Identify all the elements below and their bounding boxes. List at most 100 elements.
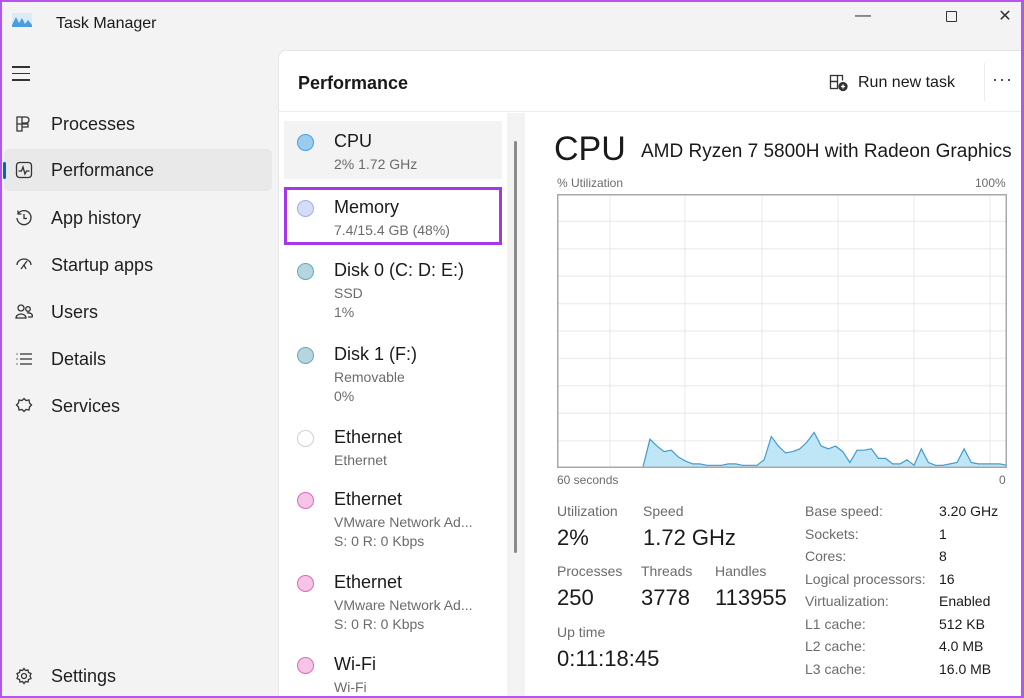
spec-label: Logical processors: xyxy=(805,570,926,587)
resource-stat: S: 0 R: 0 Kbps xyxy=(334,616,425,632)
content-header: Performance Run new task ··· xyxy=(279,51,1024,112)
graph-x-right-label: 0 xyxy=(999,473,1006,487)
speed-label: Speed xyxy=(643,503,684,519)
spec-value: 512 KB xyxy=(939,615,985,632)
spec-value: 16.0 MB xyxy=(939,660,992,677)
main-content: Performance Run new task ··· CPU 2% 1.72 … xyxy=(278,50,1024,698)
resource-list: CPU 2% 1.72 GHz Memory 7.4/15.4 GB (48%) Dis… xyxy=(279,113,507,698)
threads-value: 3778 xyxy=(641,585,690,610)
utilization-label: Utilization xyxy=(557,503,618,519)
processes-icon xyxy=(14,114,34,134)
spec-label: Base speed: xyxy=(805,503,883,519)
spec-label: L1 cache: xyxy=(805,615,866,632)
sidebar-item-settings[interactable]: Settings xyxy=(4,655,272,697)
spec-label: Virtualization: xyxy=(805,593,889,609)
maximize-button[interactable] xyxy=(928,0,974,32)
resource-indicator-icon xyxy=(297,430,314,447)
performance-icon xyxy=(14,160,34,180)
resource-stat: S: 0 R: 0 Kbps xyxy=(334,533,425,549)
resource-item[interactable]: Memory 7.4/15.4 GB (48%) xyxy=(284,187,502,245)
resource-item[interactable]: Wi-Fi Wi-Fi xyxy=(284,644,502,698)
cpu-model-name: AMD Ryzen 7 5800H with Radeon Graphics xyxy=(641,141,1012,162)
resource-indicator-icon xyxy=(297,492,314,509)
resource-indicator-icon xyxy=(297,200,314,217)
spec-value: 8 xyxy=(939,548,947,564)
resource-name: CPU xyxy=(334,131,373,151)
resource-item[interactable]: CPU 2% 1.72 GHz xyxy=(284,121,502,179)
run-new-task-button[interactable]: Run new task xyxy=(829,71,955,95)
utilization-value: 2% xyxy=(557,525,589,550)
run-new-task-icon xyxy=(829,74,848,92)
resource-item[interactable]: Ethernet VMware Network Ad... S: 0 R: 0 Kb… xyxy=(284,562,502,642)
processes-label: Processes xyxy=(557,563,623,579)
uptime-label: Up time xyxy=(557,624,606,640)
resource-name: Ethernet xyxy=(334,572,403,592)
resource-subtitle: 7.4/15.4 GB (48%) xyxy=(334,222,450,238)
resource-indicator-icon xyxy=(297,134,314,151)
resource-subtitle: Wi-Fi xyxy=(334,679,367,695)
scrollbar-thumb[interactable] xyxy=(514,141,517,553)
resource-subtitle: SSD xyxy=(334,285,363,301)
resource-name: Wi-Fi xyxy=(334,654,376,674)
resource-item[interactable]: Ethernet Ethernet xyxy=(284,417,502,475)
sidebar-item-startup-apps[interactable]: Startup apps xyxy=(4,244,272,286)
handles-value: 113955 xyxy=(715,585,787,610)
resource-subtitle: VMware Network Ad... xyxy=(334,514,473,530)
header-divider xyxy=(984,63,985,101)
hamburger-menu-button[interactable] xyxy=(12,66,32,82)
title-bar: Task Manager — ✕ xyxy=(0,0,1024,48)
resource-indicator-icon xyxy=(297,657,314,674)
sidebar-item-processes[interactable]: Processes xyxy=(4,103,272,145)
users-icon xyxy=(14,302,34,322)
details-icon xyxy=(14,349,34,369)
resource-indicator-icon xyxy=(297,347,314,364)
app-title: Task Manager xyxy=(56,15,157,32)
resource-name: Memory xyxy=(334,197,400,217)
minimize-button[interactable]: — xyxy=(840,0,886,32)
graph-y-label: % Utilization xyxy=(557,176,624,190)
close-icon: ✕ xyxy=(998,8,1012,25)
resource-indicator-icon xyxy=(297,575,314,592)
processes-value: 250 xyxy=(557,585,594,610)
settings-gear-icon xyxy=(14,666,34,686)
resource-item[interactable]: Disk 1 (F:) Removable 0% xyxy=(284,334,502,414)
close-button[interactable]: ✕ xyxy=(982,0,1024,32)
resource-name: Disk 1 (F:) xyxy=(334,344,417,364)
spec-value: 16 xyxy=(939,570,955,587)
resource-subtitle: 2% 1.72 GHz xyxy=(334,156,418,172)
sidebar-item-app-history[interactable]: App history xyxy=(4,197,272,239)
app-history-icon xyxy=(14,208,34,228)
sidebar-item-details[interactable]: Details xyxy=(4,338,272,380)
uptime-value: 0:11:18:45 xyxy=(557,646,660,671)
resource-list-scrollbar[interactable] xyxy=(507,113,525,698)
more-options-button[interactable]: ··· xyxy=(992,69,1013,90)
resource-name: Ethernet xyxy=(334,427,403,447)
cpu-detail-panel: CPU AMD Ryzen 7 5800H with Radeon Graphi… xyxy=(525,113,1024,698)
sidebar-item-performance[interactable]: Performance xyxy=(3,149,272,191)
resource-item[interactable]: Ethernet VMware Network Ad... S: 0 R: 0 Kb… xyxy=(284,479,502,559)
spec-value: 3.20 GHz xyxy=(939,503,999,519)
resource-name: Ethernet xyxy=(334,489,403,509)
task-manager-app-icon xyxy=(12,13,32,27)
spec-label: Sockets: xyxy=(805,525,859,542)
resource-item[interactable]: Disk 0 (C: D: E:) SSD 1% xyxy=(284,250,502,330)
spec-value: 4.0 MB xyxy=(939,638,984,654)
cpu-utilization-graph xyxy=(557,194,1007,468)
startup-apps-icon xyxy=(14,255,34,275)
detail-title: CPU xyxy=(554,130,626,168)
maximize-icon xyxy=(945,10,957,22)
sidebar-item-services[interactable]: Services xyxy=(4,385,272,427)
graph-y-max-label: 100% xyxy=(975,176,1006,190)
spec-label: L2 cache: xyxy=(805,638,866,654)
resource-stat: 0% xyxy=(334,388,355,404)
resource-subtitle: VMware Network Ad... xyxy=(334,597,473,613)
run-new-task-label: Run new task xyxy=(858,74,955,91)
page-title: Performance xyxy=(298,73,409,93)
minimize-icon: — xyxy=(855,7,871,24)
resource-subtitle: Removable xyxy=(334,369,405,385)
threads-label: Threads xyxy=(641,563,693,579)
resource-indicator-icon xyxy=(297,263,314,280)
spec-value: 1 xyxy=(939,525,947,542)
spec-value: Enabled xyxy=(939,593,991,609)
sidebar-item-users[interactable]: Users xyxy=(4,291,272,333)
